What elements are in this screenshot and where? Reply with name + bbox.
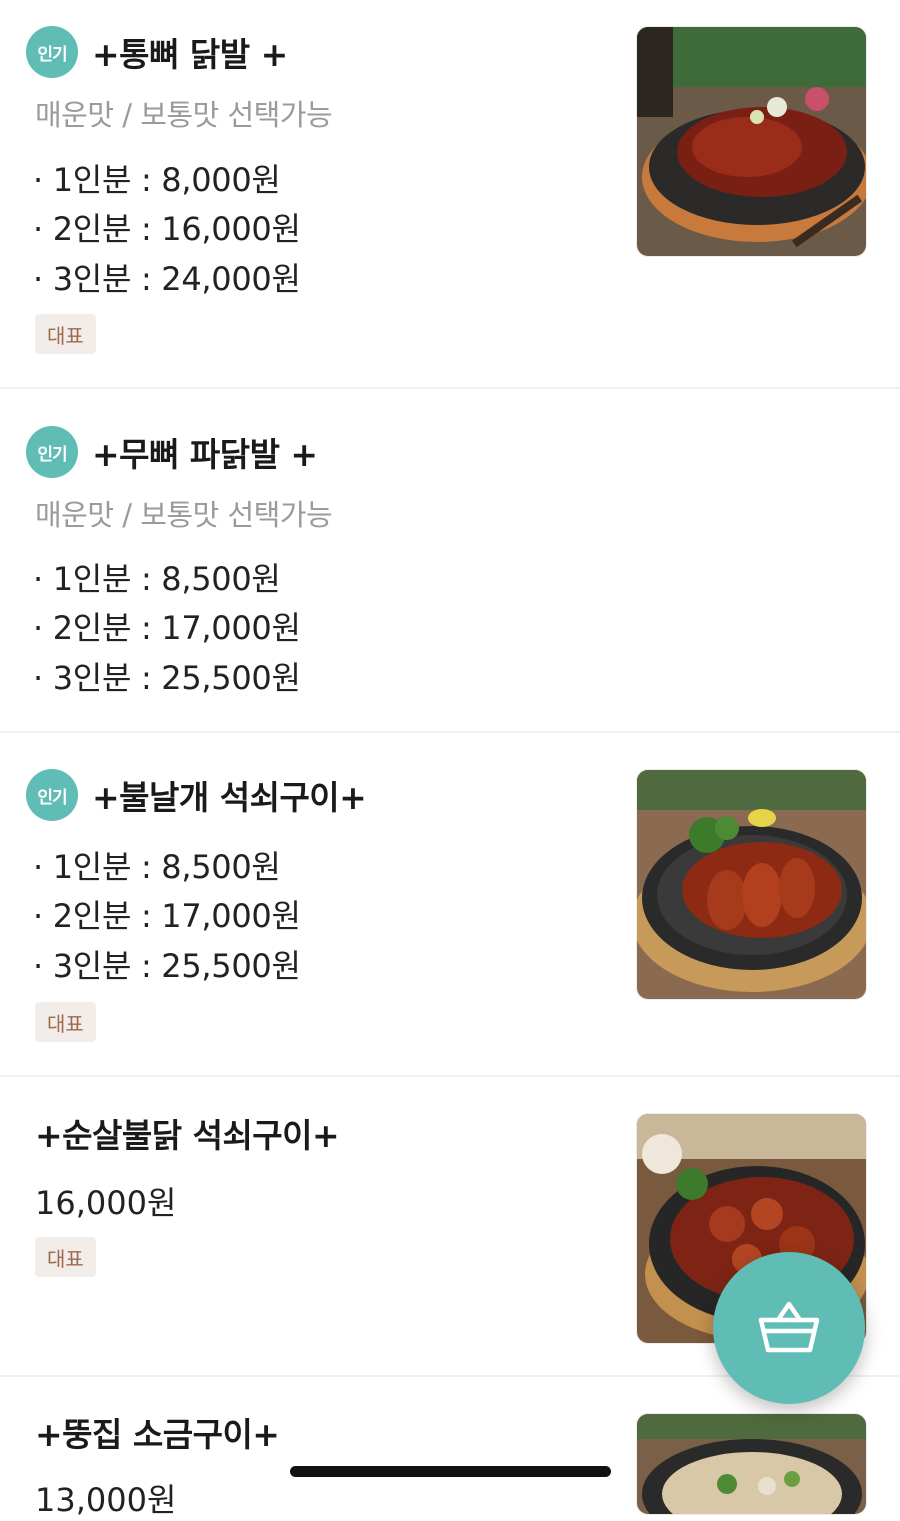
item-title-row: 인기 +무뼈 파닭발 + [26,424,318,480]
item-description: 매운맛 / 보통맛 선택가능 [35,498,333,532]
item-title: +불날개 석쇠구이+ [92,778,367,817]
menu-item-muppyeo-padakbal[interactable]: 인기 +무뼈 파닭발 + 매운맛 / 보통맛 선택가능 · 1인분 : 8,50… [0,389,900,732]
item-price: 16,000원 [35,1184,177,1222]
item-title: +순살불닭 석쇠구이+ [35,1116,340,1155]
item-title: +무뼈 파닭발 + [92,435,318,474]
popular-badge: 인기 [26,426,78,478]
item-title: +통뼈 닭발 + [92,35,288,74]
signature-tag: 대표 [35,1002,96,1042]
home-indicator[interactable] [290,1466,611,1477]
popular-badge: 인기 [26,769,78,821]
price-option: · 3인분 : 24,000원 [33,260,301,298]
price-option: · 1인분 : 8,500원 [33,848,281,886]
food-photo[interactable] [636,26,867,257]
item-title-row: +순살불닭 석쇠구이+ [35,1105,340,1161]
price-option: · 3인분 : 25,500원 [33,947,301,985]
item-title-row: +뚱집 소금구이+ [35,1404,280,1460]
item-price: 13,000원 [35,1481,177,1519]
food-photo[interactable] [636,1413,867,1515]
popular-badge: 인기 [26,26,78,78]
shopping-basket-icon [758,1298,820,1358]
price-option: · 2인분 : 16,000원 [33,210,301,248]
item-title-row: 인기 +통뼈 닭발 + [26,24,288,80]
price-option: · 2인분 : 17,000원 [33,897,301,935]
price-option: · 1인분 : 8,000원 [33,161,281,199]
price-option: · 2인분 : 17,000원 [33,609,301,647]
item-description: 매운맛 / 보통맛 선택가능 [35,98,333,132]
item-title: +뚱집 소금구이+ [35,1415,280,1454]
cart-button[interactable] [713,1252,865,1404]
menu-item-tongppyeo-dakbal[interactable]: 인기 +통뼈 닭발 + 매운맛 / 보통맛 선택가능 · 1인분 : 8,000… [0,0,900,388]
price-option: · 1인분 : 8,500원 [33,560,281,598]
item-title-row: 인기 +불날개 석쇠구이+ [26,767,367,823]
price-option: · 3인분 : 25,500원 [33,659,301,697]
food-photo[interactable] [636,769,867,1000]
menu-item-bulnalgae[interactable]: 인기 +불날개 석쇠구이+ · 1인분 : 8,500원 · 2인분 : 17,… [0,733,900,1076]
signature-tag: 대표 [35,1237,96,1277]
signature-tag: 대표 [35,314,96,354]
